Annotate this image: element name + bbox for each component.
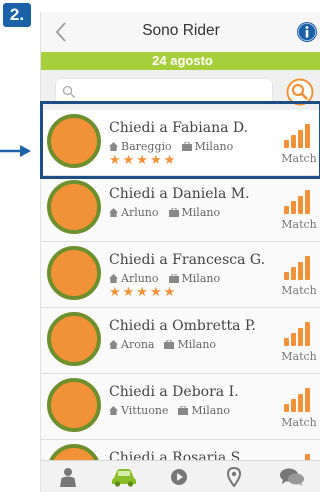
avatar: [47, 312, 101, 366]
rider-name: Chiedi a Daniela M.: [109, 186, 250, 202]
match-label: Match: [281, 218, 317, 231]
play-icon: [171, 469, 187, 485]
destination-label: Milano: [191, 404, 230, 417]
tab-play[interactable]: [166, 465, 192, 489]
chat-bubbles-icon: [280, 468, 304, 486]
rider-name: Chiedi a Debora I.: [109, 384, 239, 400]
origin-label: Vittuone: [121, 404, 169, 417]
origin-label: Arluno: [121, 206, 159, 219]
home-icon: [109, 406, 118, 415]
briefcase-icon: [178, 406, 189, 415]
tab-map[interactable]: [221, 465, 247, 489]
signal-bars-icon: [284, 322, 310, 346]
rider-name: Chiedi a Ombretta P.: [109, 318, 256, 334]
tab-rides[interactable]: [111, 465, 137, 489]
avatar: [47, 246, 101, 300]
date-banner: 24 agosto: [41, 52, 320, 70]
route-info: Arluno Milano: [109, 206, 220, 219]
chevron-left-icon: [55, 22, 66, 42]
briefcase-icon: [168, 274, 179, 283]
match-label: Match: [281, 416, 317, 429]
signal-bars-icon: [284, 190, 310, 214]
person-icon: [60, 468, 76, 487]
tab-chat[interactable]: [279, 465, 305, 489]
phone-screen: Sono Rider 24 agosto Chiedi a Fabiana D.: [40, 12, 320, 492]
destination-label: Milano: [181, 272, 221, 285]
step-badge: 2.: [3, 3, 31, 27]
origin-label: Arona: [121, 338, 155, 351]
avatar: [47, 378, 101, 432]
tab-bar: [41, 460, 320, 492]
list-item[interactable]: Chiedi a Francesca G. Arluno Milano ★★★★…: [41, 242, 320, 308]
location-pin-icon: [227, 467, 241, 487]
briefcase-icon: [168, 208, 179, 217]
signal-bars-icon: [284, 388, 310, 412]
route-info: Arona Milano: [109, 338, 216, 351]
pointer-arrow-icon: [0, 145, 31, 157]
info-icon[interactable]: [296, 21, 318, 43]
selection-highlight: [40, 101, 320, 179]
match-label: Match: [281, 284, 317, 297]
list-item[interactable]: Chiedi a Ombretta P. Arona Milano Match: [41, 308, 320, 374]
home-icon: [109, 340, 118, 349]
list-item[interactable]: Chiedi a Debora I. Vittuone Milano Match: [41, 374, 320, 440]
navigation-bar: Sono Rider: [41, 12, 320, 52]
signal-bars-icon: [284, 256, 310, 280]
match-label: Match: [281, 350, 317, 363]
tab-profile[interactable]: [55, 465, 81, 489]
route-info: Vittuone Milano: [109, 404, 230, 417]
rider-name: Chiedi a Francesca G.: [109, 252, 266, 268]
home-icon: [109, 208, 118, 217]
home-icon: [109, 274, 118, 283]
list-item[interactable]: Chiedi a Daniela M. Arluno Milano Match: [41, 176, 320, 242]
search-icon: [62, 85, 75, 98]
rating-stars: ★★★★★: [109, 284, 178, 299]
destination-label: Milano: [177, 338, 217, 351]
destination-label: Milano: [181, 206, 221, 219]
back-button[interactable]: [49, 18, 73, 46]
briefcase-icon: [164, 340, 175, 349]
car-icon: [112, 469, 136, 487]
avatar: [47, 180, 101, 234]
page-title: Sono Rider: [142, 22, 220, 39]
